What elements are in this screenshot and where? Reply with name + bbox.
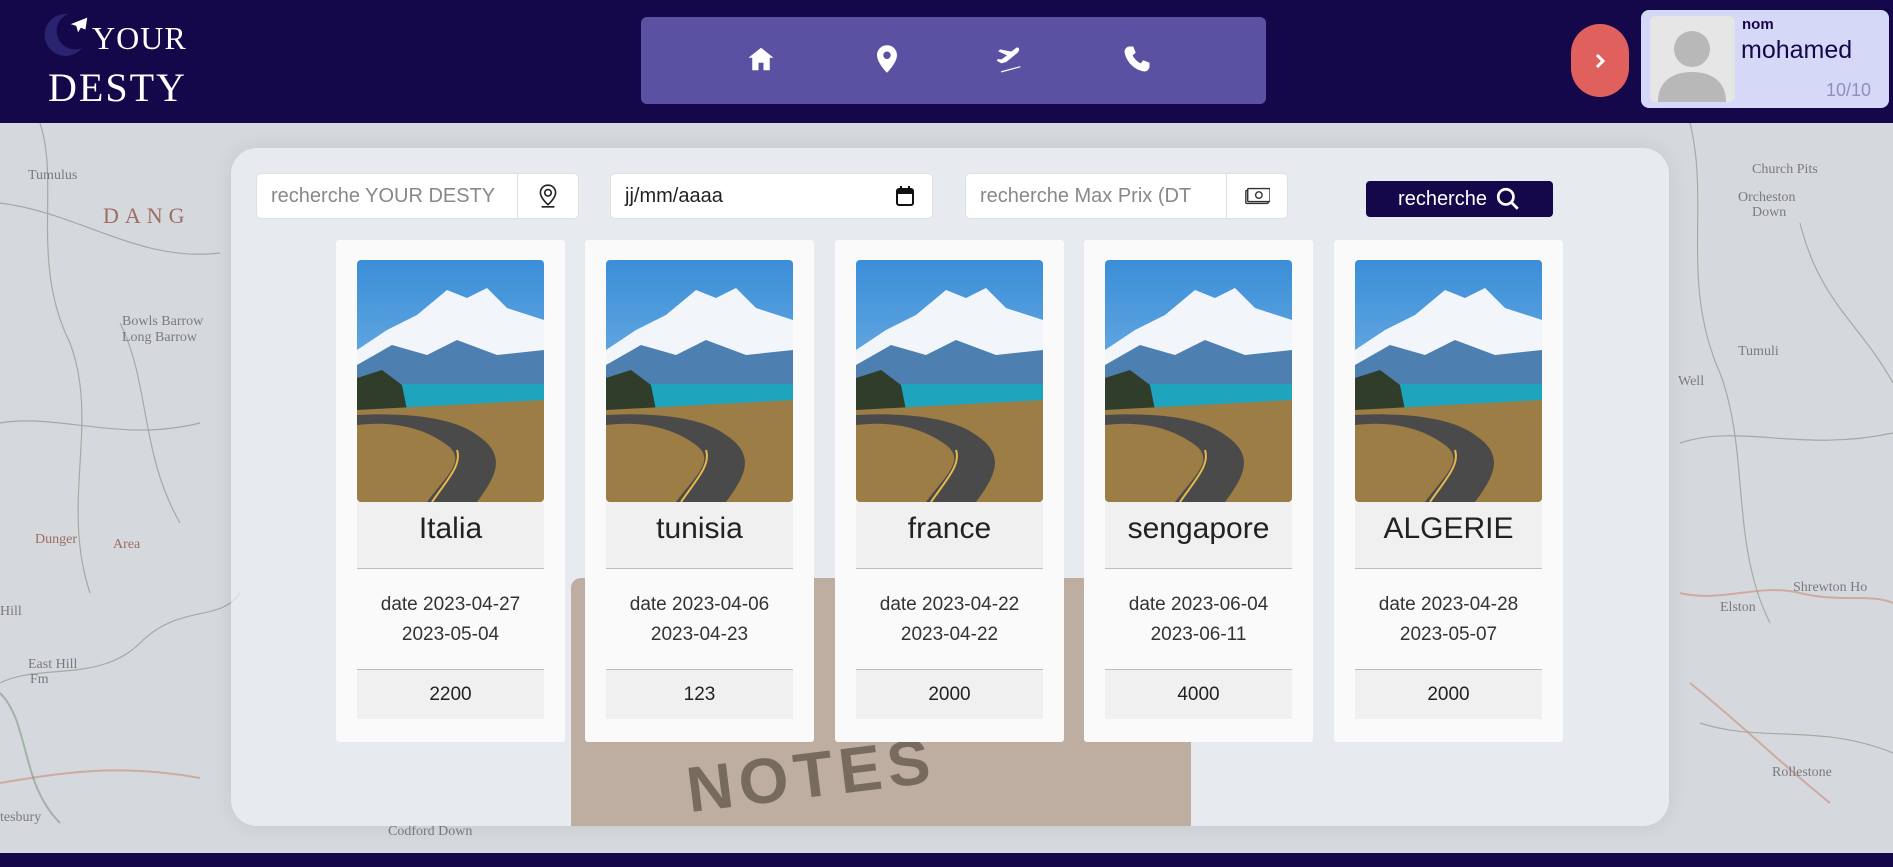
destination-search-input[interactable] bbox=[257, 174, 517, 218]
nav-contact-button[interactable] bbox=[1117, 39, 1157, 79]
card-date-start: date 2023-04-22 bbox=[879, 594, 1020, 615]
destination-photo bbox=[1105, 260, 1292, 502]
date-field[interactable]: jj/mm/aaaa bbox=[610, 173, 933, 219]
destination-photo bbox=[606, 260, 793, 502]
svg-text:Down: Down bbox=[1752, 205, 1786, 220]
next-button[interactable] bbox=[1571, 24, 1629, 97]
date-input-value[interactable]: jj/mm/aaaa bbox=[625, 185, 723, 208]
max-price-search-input[interactable] bbox=[966, 174, 1226, 218]
destination-addon[interactable] bbox=[517, 174, 578, 218]
svg-text:Well: Well bbox=[1678, 374, 1704, 389]
search-icon bbox=[1496, 187, 1519, 210]
svg-text:Bowls Barrow: Bowls Barrow bbox=[122, 314, 204, 329]
destination-card[interactable]: ALGERIE date 2023-04-28 2023-05-07 2000 bbox=[1334, 240, 1563, 742]
logo-text-desty: DESTY bbox=[48, 65, 187, 110]
logo[interactable]: YOUR DESTY bbox=[38, 8, 198, 110]
profile-score: 10/10 bbox=[1825, 80, 1871, 100]
card-price: 2000 bbox=[856, 669, 1043, 719]
card-title: france bbox=[856, 502, 1043, 569]
card-title: sengapore bbox=[1105, 502, 1292, 569]
card-date-end: 2023-05-04 bbox=[401, 624, 500, 645]
chevron-right-icon bbox=[1595, 53, 1606, 68]
svg-text:Elston: Elston bbox=[1720, 600, 1756, 615]
user-avatar-icon bbox=[1650, 16, 1735, 102]
svg-text:Rollestone: Rollestone bbox=[1772, 765, 1832, 780]
calendar-icon[interactable] bbox=[896, 186, 914, 206]
card-price: 2200 bbox=[357, 669, 544, 719]
card-dates: date 2023-04-28 2023-05-07 bbox=[1334, 590, 1563, 650]
destination-photo bbox=[856, 260, 1043, 502]
bottom-strip bbox=[0, 853, 1893, 867]
card-date-end: 2023-06-11 bbox=[1150, 624, 1247, 645]
card-title: ALGERIE bbox=[1355, 502, 1542, 569]
nav-home-button[interactable] bbox=[741, 39, 781, 79]
card-date-start: date 2023-04-27 bbox=[380, 594, 521, 615]
max-price-search-field bbox=[965, 173, 1288, 219]
main-nav bbox=[641, 17, 1266, 104]
svg-text:Area: Area bbox=[113, 537, 141, 552]
card-date-start: date 2023-04-28 bbox=[1378, 594, 1519, 615]
profile-name-label: nom bbox=[1742, 16, 1774, 33]
card-price: 4000 bbox=[1105, 669, 1292, 719]
destination-photo bbox=[357, 260, 544, 502]
card-date-end: 2023-04-23 bbox=[650, 624, 749, 645]
svg-text:East Hill: East Hill bbox=[28, 657, 77, 672]
svg-text:Tumuli: Tumuli bbox=[1738, 344, 1779, 359]
card-dates: date 2023-04-27 2023-05-04 bbox=[336, 590, 565, 650]
airplane-logo-icon bbox=[70, 17, 88, 33]
airplane-icon bbox=[996, 47, 1021, 73]
destination-card[interactable]: Italia date 2023-04-27 2023-05-04 2200 bbox=[336, 240, 565, 742]
card-date-end: 2023-04-22 bbox=[900, 624, 999, 645]
svg-text:Dunger: Dunger bbox=[35, 532, 77, 547]
svg-text:Orcheston: Orcheston bbox=[1738, 190, 1796, 205]
phone-icon bbox=[1124, 46, 1150, 72]
logo-text-your: YOUR bbox=[92, 20, 187, 56]
top-header: YOUR DESTY nom mohamed 10/10 bbox=[0, 0, 1893, 123]
location-pin-icon bbox=[539, 184, 557, 208]
nav-location-button[interactable] bbox=[867, 39, 907, 79]
svg-text:Long Barrow: Long Barrow bbox=[122, 330, 198, 345]
card-price: 123 bbox=[606, 669, 793, 719]
map-pin-icon bbox=[877, 45, 897, 73]
nav-flights-button[interactable] bbox=[988, 39, 1028, 79]
svg-text:Church Pits: Church Pits bbox=[1752, 162, 1818, 177]
destination-card[interactable]: sengapore date 2023-06-04 2023-06-11 400… bbox=[1084, 240, 1313, 742]
search-button[interactable]: recherche bbox=[1366, 181, 1553, 217]
price-addon[interactable] bbox=[1226, 174, 1287, 218]
destination-search-field bbox=[256, 173, 579, 219]
card-title: Italia bbox=[357, 502, 544, 569]
svg-text:DANG: DANG bbox=[103, 203, 191, 228]
card-date-start: date 2023-06-04 bbox=[1128, 594, 1269, 615]
card-dates: date 2023-04-06 2023-04-23 bbox=[585, 590, 814, 650]
svg-text:Codford Down: Codford Down bbox=[388, 824, 472, 839]
destination-card[interactable]: france date 2023-04-22 2023-04-22 2000 bbox=[835, 240, 1064, 742]
destination-photo bbox=[1355, 260, 1542, 502]
card-dates: date 2023-06-04 2023-06-11 bbox=[1084, 590, 1313, 650]
money-icon bbox=[1245, 187, 1270, 205]
svg-text:tesbury: tesbury bbox=[0, 810, 41, 825]
profile-card[interactable]: nom mohamed 10/10 bbox=[1641, 10, 1889, 108]
card-dates: date 2023-04-22 2023-04-22 bbox=[835, 590, 1064, 650]
card-title: tunisia bbox=[606, 502, 793, 569]
svg-text:Hill: Hill bbox=[0, 604, 22, 619]
card-price: 2000 bbox=[1355, 669, 1542, 719]
svg-text:Fm: Fm bbox=[30, 672, 49, 687]
profile-name: mohamed bbox=[1741, 36, 1853, 64]
card-date-end: 2023-05-07 bbox=[1399, 624, 1498, 645]
card-date-start: date 2023-04-06 bbox=[629, 594, 770, 615]
svg-text:Shrewton Ho: Shrewton Ho bbox=[1793, 580, 1867, 595]
search-button-label: recherche bbox=[1398, 187, 1487, 210]
home-icon bbox=[748, 47, 774, 71]
svg-text:Tumulus: Tumulus bbox=[28, 168, 77, 183]
destination-card[interactable]: tunisia date 2023-04-06 2023-04-23 123 bbox=[585, 240, 814, 742]
